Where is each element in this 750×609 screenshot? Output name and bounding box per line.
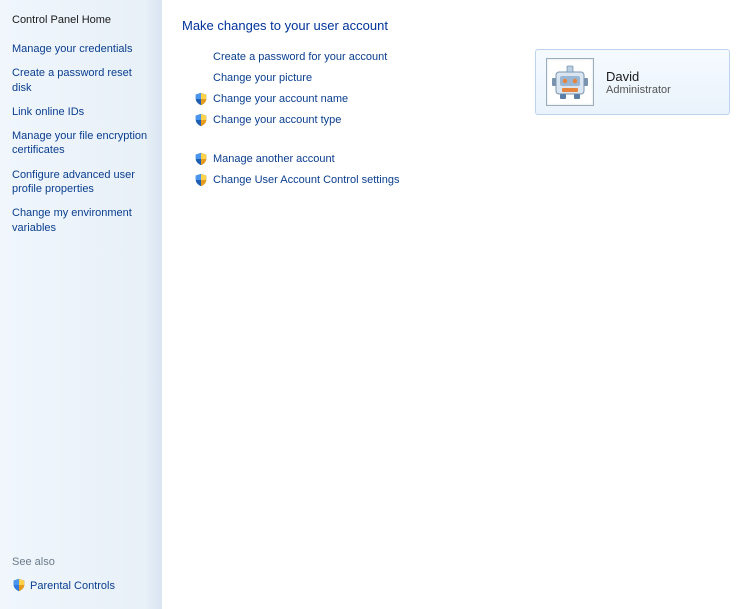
parental-controls-label: Parental Controls	[30, 579, 115, 593]
account-info: David Administrator	[606, 69, 671, 96]
action-link-label: Change your picture	[213, 72, 312, 84]
action-link-label: Manage another account	[213, 153, 335, 165]
page-title: Make changes to your user account	[182, 18, 730, 33]
sidebar-item-link-online-ids[interactable]: Link online IDs	[12, 105, 152, 119]
shield-icon	[194, 152, 208, 166]
action-change-uac-settings[interactable]: Change User Account Control settings	[194, 172, 400, 188]
robot-icon	[550, 62, 590, 102]
sidebar-item-env-variables[interactable]: Change my environment variables	[12, 206, 152, 235]
sidebar-item-file-encryption-certs[interactable]: Manage your file encryption certificates	[12, 129, 152, 158]
sidebar-bottom: See also Parental Controls	[12, 556, 152, 595]
action-link-label: Create a password for your account	[213, 51, 387, 63]
control-panel-home-link[interactable]: Control Panel Home	[12, 14, 152, 26]
action-link-label: Change your account name	[213, 93, 348, 105]
action-change-account-name[interactable]: Change your account name	[194, 91, 400, 107]
shield-icon	[194, 173, 208, 187]
shield-icon	[194, 92, 208, 106]
sidebar-item-manage-credentials[interactable]: Manage your credentials	[12, 42, 152, 56]
account-card[interactable]: David Administrator	[535, 49, 730, 115]
action-manage-another-account[interactable]: Manage another account	[194, 151, 400, 167]
action-gap	[194, 133, 400, 151]
content-row: Create a password for your account Chang…	[182, 49, 730, 193]
action-change-account-type[interactable]: Change your account type	[194, 112, 400, 128]
account-name: David	[606, 69, 671, 84]
action-link-label: Change your account type	[213, 114, 341, 126]
shield-icon	[12, 578, 26, 595]
sidebar: Control Panel Home Manage your credentia…	[0, 0, 162, 609]
action-link-label: Change User Account Control settings	[213, 174, 400, 186]
action-change-picture[interactable]: Change your picture	[194, 70, 400, 86]
account-role: Administrator	[606, 84, 671, 96]
action-create-password[interactable]: Create a password for your account	[194, 49, 400, 65]
sidebar-item-password-reset-disk[interactable]: Create a password reset disk	[12, 66, 152, 95]
sidebar-item-advanced-profile[interactable]: Configure advanced user profile properti…	[12, 168, 152, 197]
avatar	[546, 58, 594, 106]
main-content: Make changes to your user account Create…	[162, 0, 750, 609]
parental-controls-link[interactable]: Parental Controls	[12, 578, 152, 595]
see-also-label: See also	[12, 556, 152, 568]
shield-icon	[194, 113, 208, 127]
sidebar-links: Manage your credentials Create a passwor…	[12, 42, 152, 235]
action-links: Create a password for your account Chang…	[194, 49, 400, 193]
